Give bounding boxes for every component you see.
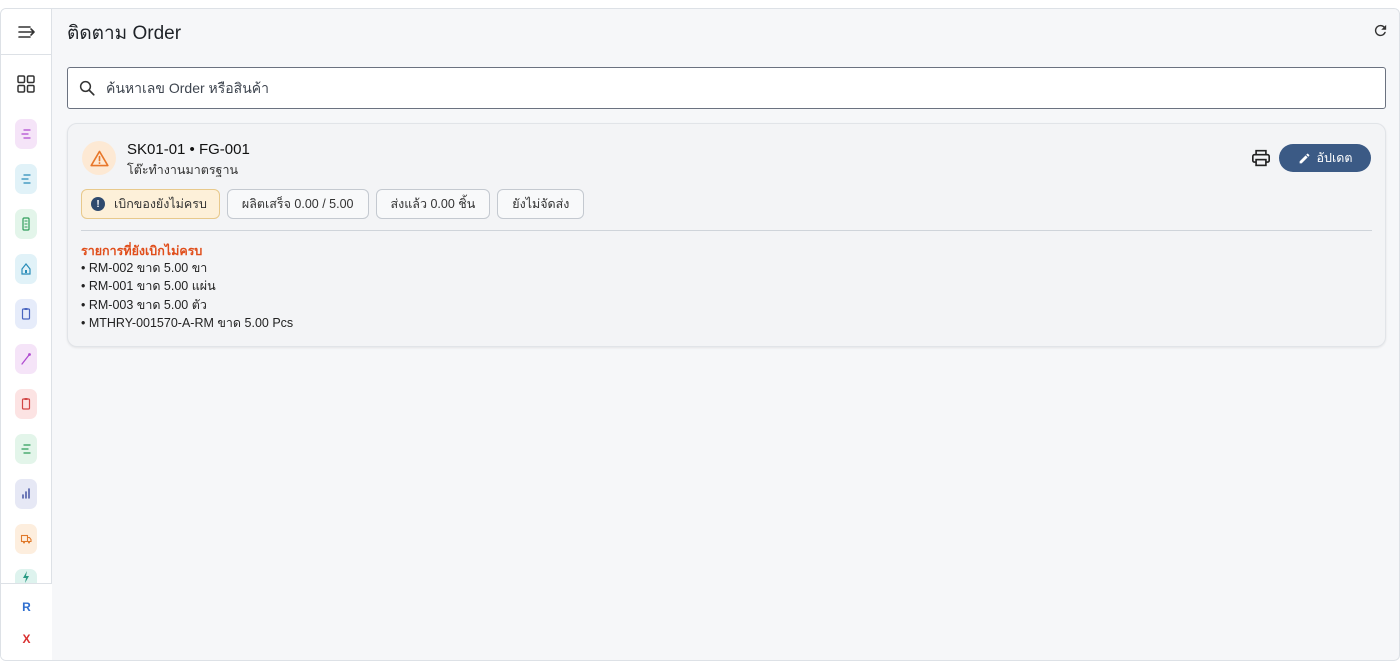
page-header: ติดตาม Order <box>53 9 1399 52</box>
list-icon <box>21 444 31 454</box>
sidebar-item-2[interactable] <box>15 164 37 194</box>
update-button[interactable]: อัปเดต <box>1279 144 1371 172</box>
chip-delivery-status[interactable]: ยังไม่จัดส่ง <box>497 189 585 219</box>
sidebar-toggle-button[interactable] <box>1 9 52 55</box>
printer-icon <box>1252 149 1270 167</box>
sidebar-shortcut-r[interactable]: R <box>1 600 52 614</box>
search-input[interactable] <box>106 80 1306 96</box>
missing-items-list: • RM-002 ขาด 5.00 ขา • RM-001 ขาด 5.00 แ… <box>81 259 293 332</box>
refresh-button[interactable] <box>1369 19 1391 41</box>
order-card: SK01-01 • FG-001 โต๊ะทำงานมาตรฐาน อัปเดต… <box>67 123 1386 347</box>
sidebar-item-6[interactable] <box>15 344 37 374</box>
chip-label: ผลิตเสร็จ 0.00 / 5.00 <box>241 197 354 211</box>
list-icon <box>21 174 31 184</box>
sidebar-item-5[interactable] <box>15 299 37 329</box>
order-product-name: โต๊ะทำงานมาตรฐาน <box>127 163 239 177</box>
print-button[interactable] <box>1249 146 1273 170</box>
search-icon <box>76 77 98 99</box>
page-title: ติดตาม Order <box>67 23 182 44</box>
home-icon <box>21 263 31 275</box>
chip-label: เบิกของยังไม่ครบ <box>114 197 207 211</box>
warning-icon <box>89 150 109 166</box>
device-icon <box>22 217 30 231</box>
order-title: SK01-01 • FG-001 <box>127 141 250 158</box>
refresh-icon <box>1374 24 1386 36</box>
missing-item: • RM-002 ขาด 5.00 ขา <box>81 261 208 275</box>
search-box[interactable] <box>67 67 1386 109</box>
alert-icon: ! <box>91 197 105 211</box>
chip-material-incomplete[interactable]: ! เบิกของยังไม่ครบ <box>81 189 220 219</box>
chip-label: ส่งแล้ว 0.00 ชิ้น <box>390 197 476 211</box>
menu-open-icon <box>17 25 35 38</box>
sidebar: R X <box>1 9 52 660</box>
clipboard-icon <box>21 398 31 410</box>
missing-item: • RM-003 ขาด 5.00 ตัว <box>81 297 207 312</box>
clipboard-icon <box>21 308 31 320</box>
status-chips: ! เบิกของยังไม่ครบ ผลิตเสร็จ 0.00 / 5.00… <box>81 189 585 219</box>
divider <box>81 230 1372 231</box>
sidebar-item-10[interactable] <box>15 524 37 554</box>
pencil-icon <box>1299 153 1309 163</box>
wand-icon <box>21 353 31 365</box>
sidebar-item-1[interactable] <box>15 119 37 149</box>
chip-label: ยังไม่จัดส่ง <box>512 197 570 211</box>
sidebar-item-4[interactable] <box>15 254 37 284</box>
list-icon <box>21 129 31 139</box>
app-frame: R X ติดตาม Order SK0 <box>0 8 1400 661</box>
warning-badge <box>82 141 116 175</box>
missing-items-title: รายการที่ยังเบิกไม่ครบ <box>81 244 203 258</box>
sidebar-item-9[interactable] <box>15 479 37 509</box>
truck-icon <box>20 534 32 544</box>
missing-item: • RM-001 ขาด 5.00 แผ่น <box>81 279 216 294</box>
grid-icon <box>17 75 35 93</box>
chart-icon <box>22 488 30 499</box>
sidebar-footer: R X <box>1 583 52 660</box>
sidebar-item-8[interactable] <box>15 434 37 464</box>
sidebar-item-7[interactable] <box>15 389 37 419</box>
chip-shipped[interactable]: ส่งแล้ว 0.00 ชิ้น <box>375 189 491 219</box>
missing-item: • MTHRY-001570-A-RM ขาด 5.00 Pcs <box>81 315 294 330</box>
chip-production-progress[interactable]: ผลิตเสร็จ 0.00 / 5.00 <box>226 189 369 219</box>
update-button-label: อัปเดต <box>1316 151 1353 165</box>
sidebar-shortcut-x[interactable]: X <box>1 632 52 646</box>
dashboard-button[interactable] <box>14 72 38 96</box>
sidebar-item-3[interactable] <box>15 209 37 239</box>
